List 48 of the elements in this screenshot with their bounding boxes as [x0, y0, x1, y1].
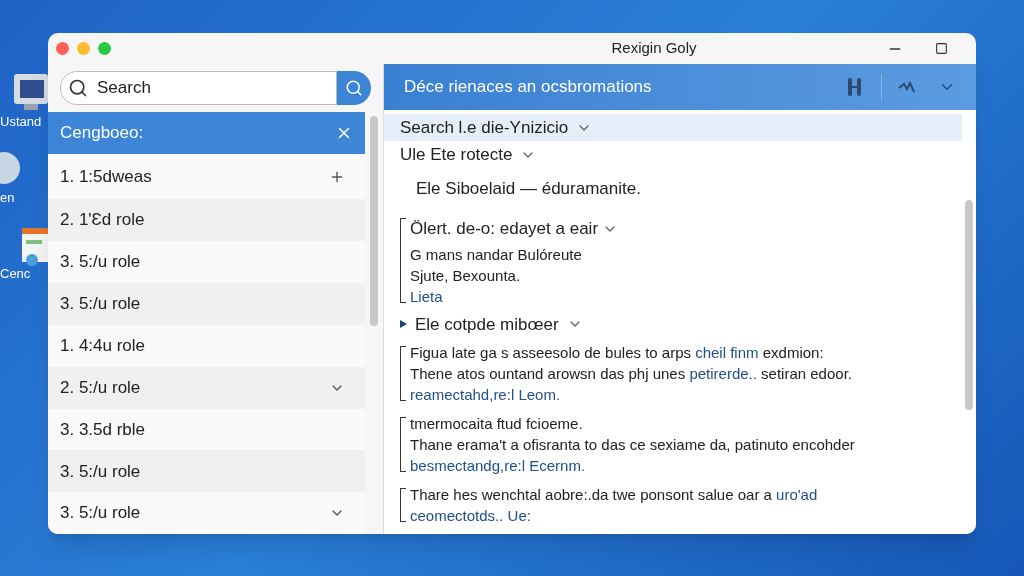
link[interactable]: uro'ad — [776, 486, 818, 503]
scrollbar-thumb[interactable] — [370, 116, 378, 326]
list-item[interactable]: 3. 5:/u role — [48, 241, 365, 283]
paragraph-line: Figua late ga s asseesolo de bules to arps cheil finm exdmion: — [410, 343, 825, 363]
list-item[interactable]: 3. 5:/u role — [48, 282, 365, 325]
section-heading[interactable]: Ule Ete rotecte — [384, 141, 962, 169]
content-header: Déce rienaces an ocsbromations — [384, 64, 976, 110]
list-item[interactable]: 1. 4:4u role — [48, 324, 365, 367]
search-field[interactable]: Search — [60, 71, 337, 105]
link[interactable]: cheil finm — [695, 344, 759, 361]
section-heading[interactable]: Search l.e die-Ynizicio — [384, 114, 962, 142]
triangle-icon — [400, 320, 407, 329]
maximize-icon[interactable] — [935, 42, 948, 55]
link[interactable]: petirerde.. — [689, 365, 757, 382]
list-item[interactable]: 1. 1:5dweas — [48, 154, 365, 200]
group-heading: Ölert. de-o: edayet a eair — [410, 218, 599, 241]
list-item[interactable]: 3. 5:/u role — [48, 450, 365, 493]
list-item[interactable]: 2. 5:/u role — [48, 366, 365, 409]
paragraph-line: Thare hes wenchtal aobre:.da twe ponsont salue oar a uro'ad — [410, 485, 818, 505]
paragraph-line: G mans nandar Bulóreute — [410, 244, 583, 265]
desktop-icon-label: Cenc — [0, 266, 31, 282]
list-item[interactable]: 3. 3.5d rble — [48, 408, 365, 451]
section-heading[interactable]: Ele cotpde mibœer — [384, 310, 962, 338]
link[interactable]: ceomectotds.. Ue: — [410, 507, 531, 524]
paragraph-line: Thene atos ountand arowsn das phj unes petirerde.. setiran edoor. — [410, 364, 852, 384]
desktop-icon-label: en — [0, 190, 15, 206]
link[interactable]: reamectahd,re:l Leom. — [410, 386, 561, 403]
paragraph-line: Thane erama't a ofisranta to das ce sexiame da, patinuto encohder — [410, 435, 855, 455]
paragraph-line: Sjute, Bexounta. — [410, 265, 522, 286]
list-item[interactable]: 2. 1'Ɛd role — [48, 199, 365, 242]
desktop-icon-label: Ustand — [0, 114, 42, 130]
description-text: Ele Siboelaid — éduramanite. — [415, 178, 642, 201]
list-item[interactable]: 3. 5:/u role — [48, 492, 365, 534]
bracket-line — [400, 417, 406, 472]
scrollbar-thumb[interactable] — [965, 200, 973, 410]
bracket-line — [400, 346, 406, 401]
squiggle-icon[interactable] — [898, 80, 918, 94]
link[interactable]: Lieta — [410, 287, 443, 305]
link[interactable]: besmectandg,re:l Ecernm. — [410, 457, 586, 474]
list-header: Cengboeo: — [48, 112, 365, 154]
window-title: Rexigin Goly — [610, 38, 698, 59]
search-button[interactable] — [337, 71, 371, 105]
close-window-button[interactable] — [56, 42, 69, 55]
search-icon — [345, 79, 363, 97]
document-icon[interactable] — [20, 226, 50, 266]
bracket-line — [400, 488, 406, 522]
search-icon — [68, 78, 88, 98]
paragraph-line: tmermocaita ftud fcioeme. — [410, 414, 584, 434]
